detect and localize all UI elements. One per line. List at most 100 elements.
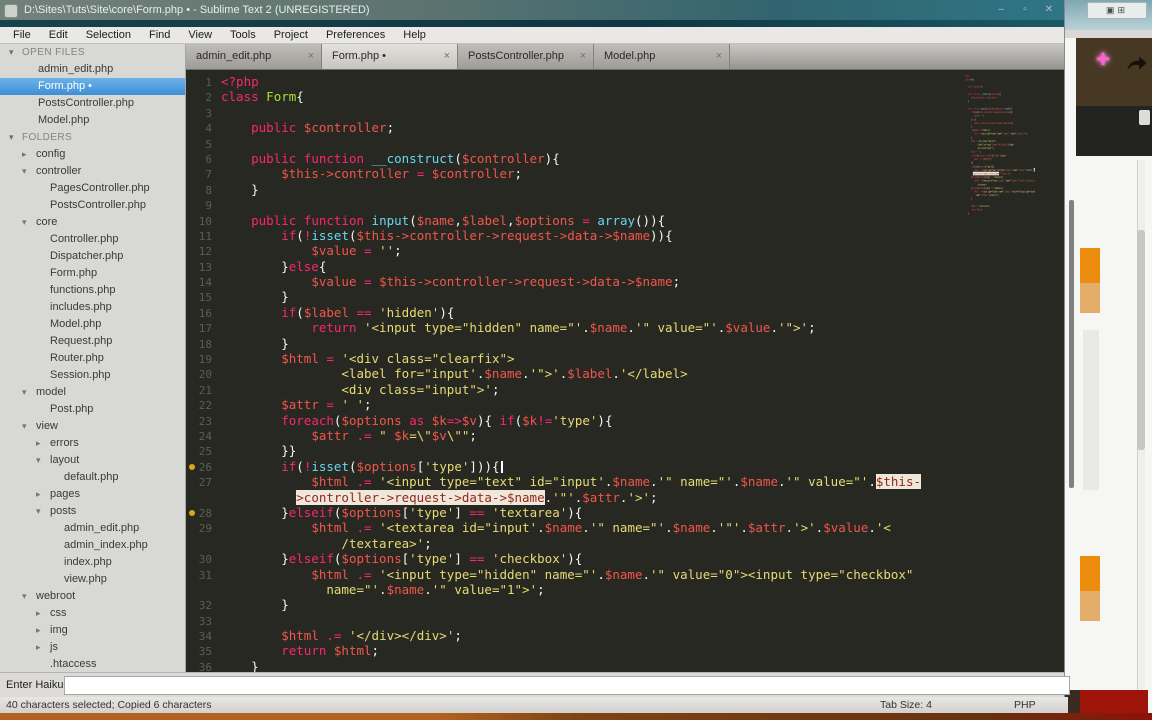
tab-admin-edit-php[interactable]: admin_edit.php × <box>186 44 322 69</box>
code-line[interactable]: 8 } <box>186 182 1064 197</box>
code-line[interactable]: 27 $html .= '<input type="text" id="inpu… <box>186 474 1064 490</box>
code-line[interactable]: 15 } <box>186 289 1064 304</box>
tree-item-postscontroller-php[interactable]: PostsController.php <box>0 197 185 214</box>
tree-item-webroot[interactable]: ▾ webroot <box>0 588 185 605</box>
tree-item-view-php[interactable]: view.php <box>0 571 185 588</box>
tree-item-form-php[interactable]: Form.php <box>0 265 185 282</box>
code-line[interactable]: 26 if(!isset($options['type'])){ <box>186 459 1064 474</box>
code-line[interactable]: 19 $html = '<div class="clearfix"> <box>186 351 1064 366</box>
tree-item-functions-php[interactable]: functions.php <box>0 282 185 299</box>
code-line[interactable]: 20 <label for="input'.$name.'">'.$label.… <box>186 366 1064 381</box>
code-line[interactable]: 31 $html .= '<input type="hidden" name="… <box>186 567 1064 582</box>
folders-header[interactable]: ▾ FOLDERS <box>0 129 185 146</box>
open-file-admin-edit-php[interactable]: admin_edit.php <box>0 61 185 78</box>
plus-icon[interactable]: + <box>1096 46 1110 74</box>
code-line[interactable]: 7 $this->controller = $controller; <box>186 166 1064 181</box>
tree-item-posts[interactable]: ▾ posts <box>0 503 185 520</box>
menu-item-view[interactable]: View <box>179 27 221 43</box>
tab-form-php[interactable]: Form.php • × <box>322 44 458 69</box>
menu-item-selection[interactable]: Selection <box>77 27 140 43</box>
scrollbar-thumb[interactable] <box>1069 200 1074 488</box>
maximize-icon[interactable]: ▫ <box>1016 0 1034 20</box>
haiku-input[interactable] <box>64 676 1070 695</box>
menu-item-edit[interactable]: Edit <box>40 27 77 43</box>
tree-item-dispatcher-php[interactable]: Dispatcher.php <box>0 248 185 265</box>
open-file-form-php[interactable]: Form.php • <box>0 78 185 95</box>
code-line[interactable]: 34 $html .= '</div></div>'; <box>186 628 1064 643</box>
code-line[interactable]: /textarea>'; <box>186 536 1064 551</box>
tab-size-indicator[interactable]: Tab Size: 4 <box>880 699 932 711</box>
menu-item-project[interactable]: Project <box>265 27 317 43</box>
tree-item-model-php[interactable]: Model.php <box>0 316 185 333</box>
close-icon[interactable]: × <box>580 44 586 69</box>
code-line[interactable]: 17 return '<input type="hidden" name="'.… <box>186 320 1064 335</box>
code-line[interactable]: 35 return $html; <box>186 643 1064 658</box>
scrollbar-thumb[interactable] <box>1137 230 1145 450</box>
tree-item-request-php[interactable]: Request.php <box>0 333 185 350</box>
code-line[interactable]: 9 <box>186 197 1064 212</box>
open-files-header[interactable]: ▾ OPEN FILES <box>0 44 185 61</box>
menu-item-tools[interactable]: Tools <box>221 27 265 43</box>
code-line[interactable]: 25 }} <box>186 443 1064 458</box>
background-scroll-button[interactable] <box>1139 110 1150 125</box>
tree-item-session-php[interactable]: Session.php <box>0 367 185 384</box>
code-line[interactable]: 32 } <box>186 597 1064 612</box>
tree-item-css[interactable]: ▸ css <box>0 605 185 622</box>
code-line[interactable]: 30 }elseif($options['type'] == 'checkbox… <box>186 551 1064 566</box>
code-line[interactable]: 2 class Form{ <box>186 89 1064 104</box>
tree-item-includes-php[interactable]: includes.php <box>0 299 185 316</box>
minimize-icon[interactable]: – <box>992 0 1010 20</box>
code-line[interactable]: 13 }else{ <box>186 259 1064 274</box>
code-line[interactable]: name="'.$name.'" value="1">'; <box>186 582 1064 597</box>
tree-item-view[interactable]: ▾ view <box>0 418 185 435</box>
tree-item-config[interactable]: ▸ config <box>0 146 185 163</box>
code-line[interactable]: 6 public function __construct($controlle… <box>186 151 1064 166</box>
share-arrow-icon[interactable] <box>1126 54 1148 72</box>
tree-item-img[interactable]: ▸ img <box>0 622 185 639</box>
code-line[interactable]: 22 $attr = ' '; <box>186 397 1064 412</box>
close-icon[interactable]: × <box>716 44 722 69</box>
syntax-indicator[interactable]: PHP <box>1014 699 1036 711</box>
code-line[interactable]: 33 <box>186 613 1064 628</box>
close-icon[interactable]: × <box>444 44 450 69</box>
close-icon[interactable]: × <box>308 44 314 69</box>
code-line[interactable]: 29 $html .= '<textarea id="input'.$name.… <box>186 520 1064 535</box>
tree-item-js[interactable]: ▸ js <box>0 639 185 656</box>
code-line[interactable]: 10 public function input($name,$label,$o… <box>186 213 1064 228</box>
tree-item-post-php[interactable]: Post.php <box>0 401 185 418</box>
minimap[interactable]: <?php class Form{ public $controller; pub… <box>965 74 1035 668</box>
tree-item-core[interactable]: ▾ core <box>0 214 185 231</box>
menu-item-help[interactable]: Help <box>394 27 435 43</box>
tab-model-php[interactable]: Model.php × <box>594 44 730 69</box>
code-line[interactable]: 21 <div class="input">'; <box>186 382 1064 397</box>
tree-item-errors[interactable]: ▸ errors <box>0 435 185 452</box>
code-line[interactable]: 14 $value = $this->controller->request->… <box>186 274 1064 289</box>
tab-postscontroller-php[interactable]: PostsController.php × <box>458 44 594 69</box>
code-line[interactable]: 24 $attr .= " $k=\"$v\""; <box>186 428 1064 443</box>
tree-item-pagescontroller-php[interactable]: PagesController.php <box>0 180 185 197</box>
tree-item-admin-index-php[interactable]: admin_index.php <box>0 537 185 554</box>
menu-item-file[interactable]: File <box>4 27 40 43</box>
tree-item-controller[interactable]: ▾ controller <box>0 163 185 180</box>
code-line[interactable]: >controller->request->data->$name.'"'.$a… <box>186 489 1064 505</box>
code-line[interactable]: 28 }elseif($options['type'] == 'textarea… <box>186 505 1064 520</box>
tree-item-router-php[interactable]: Router.php <box>0 350 185 367</box>
open-file-model-php[interactable]: Model.php <box>0 112 185 129</box>
code-line[interactable]: 16 if($label == 'hidden'){ <box>186 305 1064 320</box>
tree-item-controller-php[interactable]: Controller.php <box>0 231 185 248</box>
code-line[interactable]: 18 } <box>186 336 1064 351</box>
code-line[interactable]: 1 <?php <box>186 74 1064 89</box>
tree-item-htaccess[interactable]: .htaccess <box>0 656 185 672</box>
tree-item-default-php[interactable]: default.php <box>0 469 185 486</box>
tree-item-index-php[interactable]: index.php <box>0 554 185 571</box>
tree-item-admin-edit-php[interactable]: admin_edit.php <box>0 520 185 537</box>
close-icon[interactable]: ✕ <box>1040 0 1058 20</box>
code-line[interactable]: 12 $value = ''; <box>186 243 1064 258</box>
code-line[interactable]: 11 if(!isset($this->controller->request-… <box>186 228 1064 243</box>
tree-item-layout[interactable]: ▾ layout <box>0 452 185 469</box>
code-line[interactable]: 5 <box>186 136 1064 151</box>
open-file-postscontroller-php[interactable]: PostsController.php <box>0 95 185 112</box>
tree-item-pages[interactable]: ▸ pages <box>0 486 185 503</box>
code-line[interactable]: 23 foreach($options as $k=>$v){ if($k!='… <box>186 413 1064 428</box>
code-editor[interactable]: 1 <?php 2 class Form{3 4 public $controller;… <box>186 70 1064 672</box>
